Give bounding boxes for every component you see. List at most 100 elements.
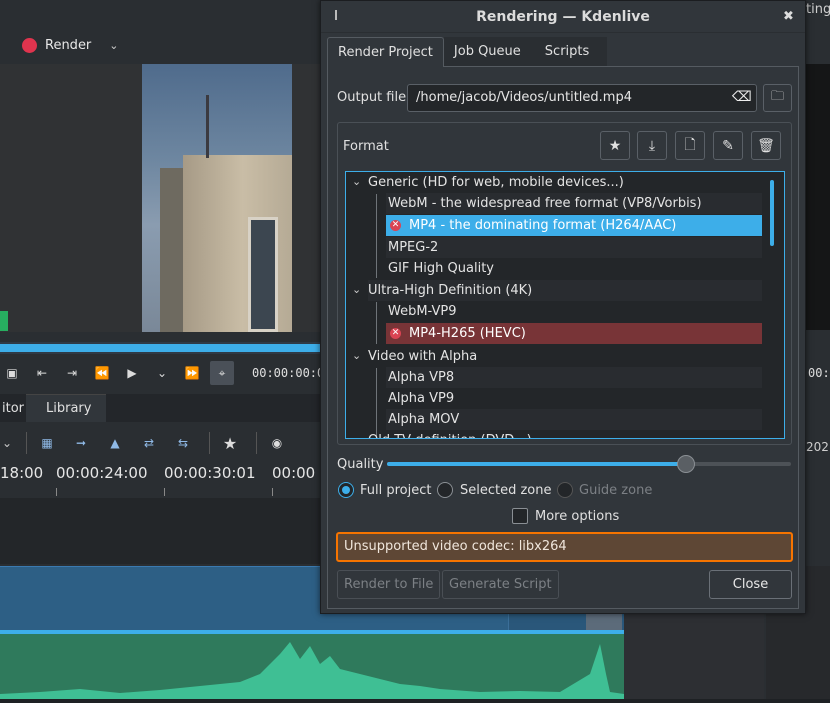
tree-item-label: MP4 - the dominating format (H264/AAC) (409, 218, 677, 233)
ruler-tick (164, 488, 165, 496)
quality-slider-handle[interactable] (676, 455, 695, 473)
guide-zone-radio (557, 482, 573, 498)
guide-zone-label: Guide zone (579, 483, 653, 498)
tree-item-label: MP4-H265 (HEVC) (409, 326, 526, 341)
new-document-icon: 🗋 (684, 136, 696, 153)
tree-item[interactable]: Alpha MOV (386, 409, 762, 430)
rewind-icon[interactable]: ⏪ (90, 361, 114, 385)
full-project-radio[interactable] (338, 482, 354, 498)
dialog-titlebar[interactable]: Rendering — Kdenlive ✖ (321, 1, 805, 33)
monitor-marker (0, 311, 8, 331)
chevron-down-icon[interactable]: ⌄ (0, 431, 14, 455)
chevron-down-icon[interactable]: ⌄ (109, 39, 118, 52)
crop-icon[interactable]: ⌖ (210, 361, 234, 385)
selected-zone-label[interactable]: Selected zone (460, 483, 552, 498)
fast-forward-icon[interactable]: ⏩ (180, 361, 204, 385)
tree-item[interactable]: Alpha VP9 (386, 388, 762, 409)
dialog-tabs: Render Project Job Queue Scripts (327, 37, 608, 67)
tree-item[interactable]: Alpha VP8 (386, 367, 762, 388)
preview-render-icon[interactable]: ◉ (263, 431, 291, 455)
monitor-ruler-zone[interactable] (0, 344, 320, 352)
quality-slider-fill (387, 462, 686, 466)
clear-text-icon[interactable]: ⌫ (732, 89, 752, 107)
star-icon[interactable]: ★ (216, 431, 244, 455)
edit-profile-button[interactable]: ✎ (713, 131, 743, 160)
tree-item[interactable]: MPEG-2 (386, 237, 762, 258)
ruler-timecode: 18:00 (0, 464, 44, 482)
tree-item[interactable]: WebM-VP9 (386, 301, 762, 322)
video-window (248, 217, 278, 332)
selected-zone-radio[interactable] (437, 482, 453, 498)
output-file-input[interactable]: /home/jacob/Videos/untitled.mp4 ⌫ (407, 84, 757, 112)
tree-branch-line (376, 302, 377, 344)
toolbar-separator (26, 432, 27, 454)
set-in-icon[interactable]: ⇤ (30, 361, 54, 385)
monitor-timecode[interactable]: 00:00:00:0 (252, 366, 324, 380)
tab-job-queue[interactable]: Job Queue (443, 37, 531, 67)
ruler-timecode: 00:00:30:01 (164, 464, 256, 482)
tab-render-project[interactable]: Render Project (327, 37, 444, 67)
tab-scripts[interactable]: Scripts (530, 37, 608, 67)
close-icon[interactable]: ✖ (783, 9, 794, 24)
insert-clip-icon[interactable]: ➞ (67, 431, 95, 455)
overwrite-mode-icon[interactable]: ▦ (33, 431, 61, 455)
expand-arrow-icon[interactable]: ⌄ (352, 349, 361, 362)
play-icon[interactable]: ▶ (120, 361, 144, 385)
tree-scrollbar-thumb[interactable] (770, 180, 774, 246)
project-monitor-timecode[interactable]: 00:00:0 (808, 366, 830, 380)
lift-icon[interactable]: ▲ (101, 431, 129, 455)
trash-icon: 🗑 (757, 137, 775, 154)
tree-branch-line (376, 368, 377, 438)
tree-branch-line (376, 194, 377, 278)
render-button-label: Render (45, 37, 92, 53)
record-icon (22, 37, 37, 53)
dialog-title: Rendering — Kdenlive (476, 9, 650, 25)
ruler-timecode: 00:00 (272, 464, 316, 482)
tree-item[interactable]: WebM - the widespread free format (VP8/V… (386, 193, 762, 214)
output-file-label: Output file (337, 90, 407, 105)
tree-group[interactable]: Ultra-High Definition (4K) (368, 280, 762, 301)
render-button[interactable]: Render ⌄ (22, 36, 119, 54)
download-profile-button[interactable]: ⤓ (637, 131, 667, 160)
more-options-checkbox[interactable] (512, 508, 528, 524)
tree-item[interactable]: GIF High Quality (386, 258, 762, 279)
extract-icon[interactable]: ⇄ (135, 431, 163, 455)
tree-item-selected[interactable]: ✕ MP4 - the dominating format (H264/AAC) (386, 215, 762, 236)
download-icon: ⤓ (648, 137, 656, 154)
tab-editor[interactable]: itor (0, 394, 26, 422)
play-options-chevron-icon[interactable]: ⌄ (150, 361, 174, 385)
razor-icon[interactable]: ⇆ (169, 431, 197, 455)
timeline-ruler[interactable]: 18:00 00:00:24:00 00:00:30:01 00:00 (0, 464, 320, 496)
error-icon: ✕ (390, 328, 401, 339)
clip-thumbnail (586, 612, 622, 630)
favorite-profile-button[interactable]: ★ (600, 131, 630, 160)
delete-profile-button[interactable]: 🗑 (751, 131, 781, 160)
ruler-timecode: 00:00:24:00 (56, 464, 148, 482)
full-project-label[interactable]: Full project (360, 483, 431, 498)
more-options-label[interactable]: More options (535, 509, 619, 524)
expand-arrow-icon[interactable]: ⌄ (352, 175, 361, 188)
project-monitor (806, 64, 830, 330)
ruler-tick (56, 488, 57, 496)
format-label: Format (343, 139, 389, 154)
zone-icon[interactable]: ▣ (0, 361, 24, 385)
new-profile-button[interactable]: 🗋 (675, 131, 705, 160)
expand-arrow-icon[interactable]: ⌄ (352, 283, 361, 296)
tree-group[interactable]: Generic (HD for web, mobile devices...) (368, 172, 768, 193)
tree-group[interactable]: Video with Alpha (368, 346, 762, 367)
close-button[interactable]: Close (709, 570, 792, 599)
timeline-toolbar: ⌄ ▦ ➞ ▲ ⇄ ⇆ ★ ◉ (0, 428, 320, 458)
tree-group[interactable]: Old TV definition (DVD...) (368, 430, 762, 438)
set-out-icon[interactable]: ⇥ (60, 361, 84, 385)
format-tree[interactable]: ⌄ Generic (HD for web, mobile devices...… (345, 171, 785, 439)
top-right-fragment: ting (806, 2, 830, 17)
audio-track-clip[interactable] (0, 634, 624, 699)
render-to-file-button: Render to File (337, 570, 441, 599)
render-dialog: Rendering — Kdenlive ✖ Render Project Jo… (320, 0, 806, 614)
audio-waveform (0, 642, 624, 699)
right-fragment: 202 (806, 440, 829, 454)
tree-item-error[interactable]: ✕ MP4-H265 (HEVC) (386, 323, 762, 344)
browse-folder-button[interactable]: 🗀 (763, 84, 792, 112)
output-file-value: /home/jacob/Videos/untitled.mp4 (416, 90, 632, 105)
tab-library[interactable]: Library (26, 394, 106, 422)
